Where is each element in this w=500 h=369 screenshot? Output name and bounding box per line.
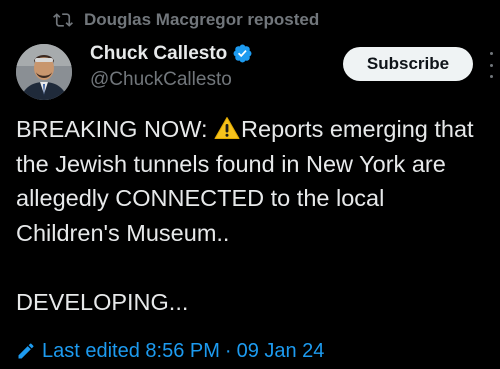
repost-indicator[interactable]: Douglas Macgregor reposted bbox=[52, 6, 319, 34]
warning-icon bbox=[214, 115, 240, 139]
more-dot bbox=[489, 63, 493, 67]
subscribe-button[interactable]: Subscribe bbox=[343, 47, 473, 81]
pencil-icon bbox=[16, 341, 36, 361]
edited-date: 09 Jan 24 bbox=[236, 339, 325, 362]
more-dot bbox=[489, 75, 493, 78]
edited-label: Last edited bbox=[42, 339, 140, 362]
repost-icon bbox=[52, 9, 74, 31]
tweet-text-breaking: BREAKING NOW: bbox=[16, 116, 215, 142]
tweet-text-developing: DEVELOPING... bbox=[16, 288, 189, 315]
avatar-image bbox=[16, 44, 72, 100]
avatar[interactable] bbox=[16, 44, 72, 100]
verified-badge-icon[interactable] bbox=[232, 43, 253, 64]
tweet-text: BREAKING NOW: Reports emerging that the … bbox=[16, 112, 492, 319]
author-handle[interactable]: @ChuckCallesto bbox=[90, 70, 253, 89]
edited-separator: · bbox=[224, 339, 232, 362]
last-edited-link[interactable]: Last edited 8:56 PM · 09 Jan 24 bbox=[16, 337, 324, 365]
more-dot bbox=[489, 52, 493, 55]
author-display-name[interactable]: Chuck Callesto bbox=[90, 44, 227, 63]
author-block: Chuck Callesto @ChuckCallesto bbox=[90, 40, 253, 89]
more-options-icon[interactable] bbox=[486, 52, 496, 78]
repost-text: Douglas Macgregor reposted bbox=[84, 10, 320, 29]
edited-time: 8:56 PM bbox=[145, 339, 220, 362]
author-name-row[interactable]: Chuck Callesto bbox=[90, 40, 253, 66]
